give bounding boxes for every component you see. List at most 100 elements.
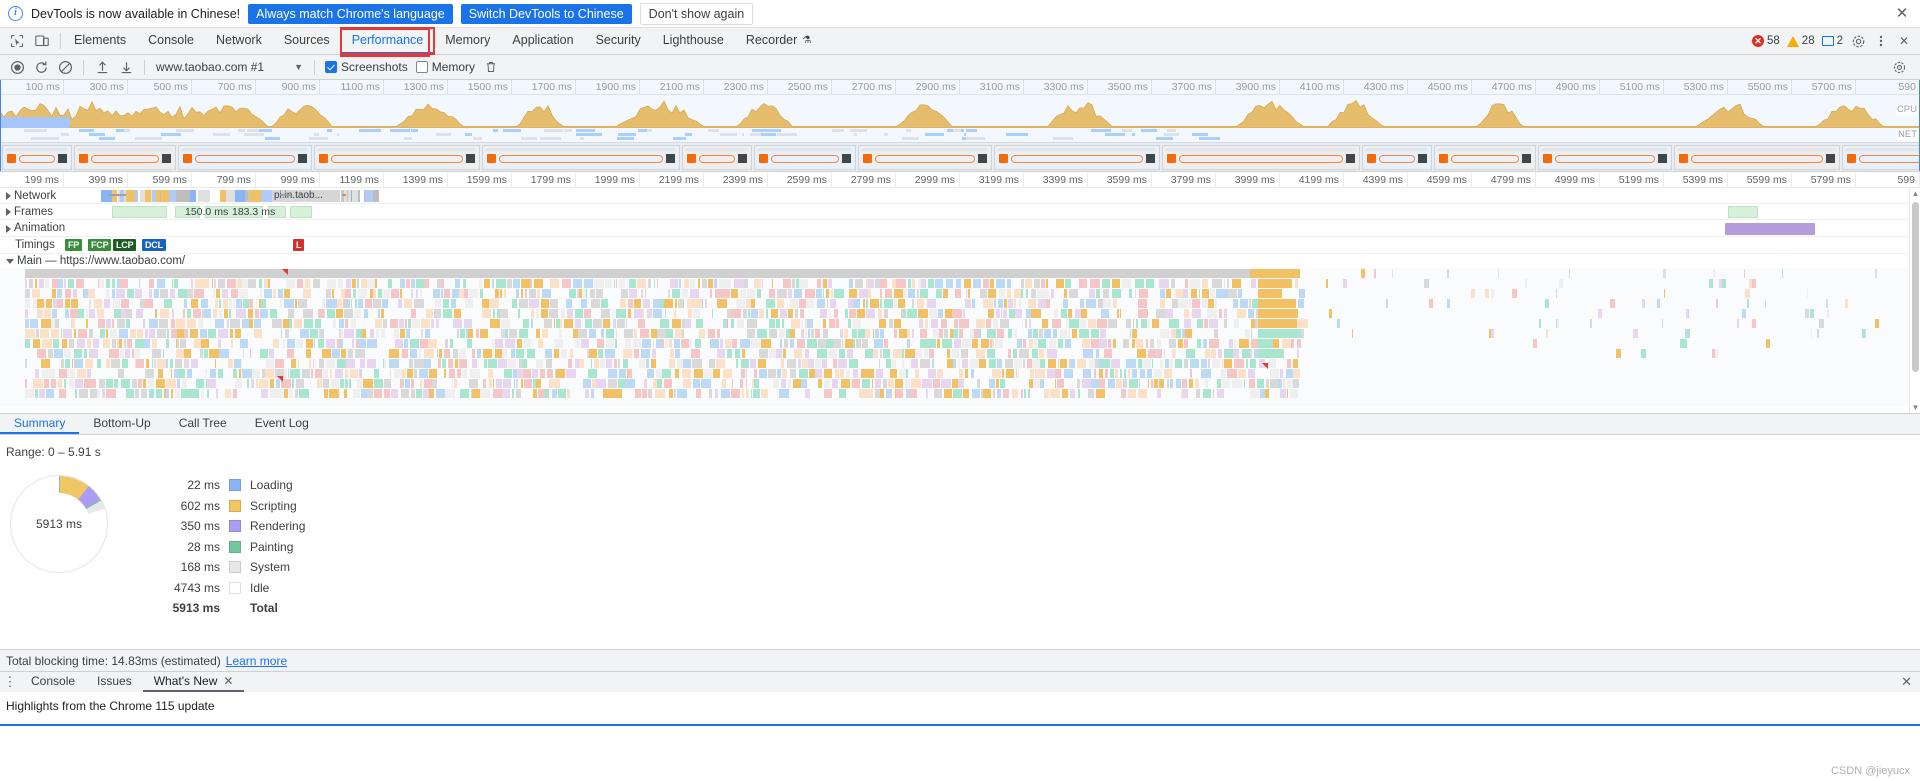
flame-bar[interactable] xyxy=(495,349,502,358)
flame-bar[interactable] xyxy=(1156,309,1165,318)
flame-bar[interactable] xyxy=(1184,309,1190,318)
flame-bar[interactable] xyxy=(1171,329,1176,338)
network-request-bar[interactable] xyxy=(120,190,124,202)
flame-bar[interactable] xyxy=(374,389,383,398)
flame-bar[interactable] xyxy=(242,319,249,328)
flame-bar[interactable] xyxy=(409,359,413,368)
flame-bar[interactable] xyxy=(849,309,857,318)
flame-bar[interactable] xyxy=(959,369,963,378)
flame-bar[interactable] xyxy=(958,379,964,388)
flame-bar[interactable] xyxy=(1051,289,1054,298)
flame-bar[interactable] xyxy=(399,319,405,328)
flame-bar[interactable] xyxy=(1657,299,1660,308)
flame-bar[interactable] xyxy=(840,329,843,338)
flame-bar[interactable] xyxy=(98,319,106,328)
flame-bar[interactable] xyxy=(1112,279,1121,288)
flame-bar[interactable] xyxy=(605,349,615,358)
tab-bottom-up[interactable]: Bottom-Up xyxy=(79,414,164,434)
flame-bar[interactable] xyxy=(845,339,853,348)
flame-bar[interactable] xyxy=(625,379,635,388)
flame-bar[interactable] xyxy=(492,279,495,288)
flame-bar[interactable] xyxy=(705,299,707,308)
flame-bar[interactable] xyxy=(167,329,170,338)
flame-bar[interactable] xyxy=(1047,349,1057,358)
flame-bar[interactable] xyxy=(1207,309,1217,318)
flame-bar[interactable] xyxy=(1186,349,1196,358)
flame-bar[interactable] xyxy=(891,389,893,398)
flame-bar[interactable] xyxy=(398,299,403,308)
flame-bar[interactable] xyxy=(73,289,77,298)
flame-bar[interactable] xyxy=(356,329,362,338)
flame-bar[interactable] xyxy=(973,279,982,288)
flame-bar[interactable] xyxy=(358,289,368,298)
flame-bar[interactable] xyxy=(746,379,748,388)
flame-bar[interactable] xyxy=(1238,369,1247,378)
flame-bar[interactable] xyxy=(807,319,813,328)
flame-bar[interactable] xyxy=(559,329,562,338)
flame-bar[interactable] xyxy=(1875,319,1879,328)
clear-icon[interactable] xyxy=(54,57,76,78)
flame-bar[interactable] xyxy=(531,309,535,318)
flame-bar[interactable] xyxy=(121,379,130,388)
flame-bar[interactable] xyxy=(848,319,852,328)
flame-bar[interactable] xyxy=(870,369,874,378)
flame-bar[interactable] xyxy=(132,379,137,388)
flame-bar[interactable] xyxy=(787,359,797,368)
flame-bar[interactable] xyxy=(1016,369,1018,378)
flame-bar[interactable] xyxy=(149,279,155,288)
flame-bar[interactable] xyxy=(54,349,64,358)
flame-bar[interactable] xyxy=(41,319,51,328)
flame-bar[interactable] xyxy=(727,349,733,358)
flame-bar[interactable] xyxy=(746,389,749,398)
flame-bar[interactable] xyxy=(419,369,429,378)
flame-bar[interactable] xyxy=(287,349,295,358)
flame-bar[interactable] xyxy=(791,319,800,328)
flame-bar[interactable] xyxy=(1138,299,1148,308)
flame-bar[interactable] xyxy=(166,359,169,368)
flame-bar[interactable] xyxy=(99,379,106,388)
flame-bar[interactable] xyxy=(163,319,169,328)
flame-bar[interactable] xyxy=(51,379,57,388)
flame-bar[interactable] xyxy=(327,279,336,288)
flame-bar[interactable] xyxy=(566,299,572,308)
flame-bar[interactable] xyxy=(844,329,849,338)
flame-bar[interactable] xyxy=(1028,329,1032,338)
flame-bar[interactable] xyxy=(905,349,915,358)
flame-bar[interactable] xyxy=(389,349,399,358)
flame-bar[interactable] xyxy=(25,319,29,328)
flame-bar[interactable] xyxy=(826,339,833,348)
flame-bar[interactable] xyxy=(1154,369,1162,378)
flame-bar[interactable] xyxy=(1224,279,1226,288)
flame-bar[interactable] xyxy=(889,319,893,328)
flame-bar[interactable] xyxy=(512,389,514,398)
flame-bar[interactable] xyxy=(784,339,788,348)
flame-bar[interactable] xyxy=(227,279,237,288)
flame-bar[interactable] xyxy=(1100,329,1106,338)
flame-bar[interactable] xyxy=(489,379,492,388)
flame-bar[interactable] xyxy=(541,309,548,318)
flame-bar[interactable] xyxy=(420,289,422,298)
flame-bar[interactable] xyxy=(208,329,216,338)
flame-bar[interactable] xyxy=(138,379,143,388)
flame-bar[interactable] xyxy=(209,349,219,358)
flame-bar[interactable] xyxy=(618,379,625,388)
flame-bar[interactable] xyxy=(1089,359,1095,368)
flame-bar[interactable] xyxy=(337,299,342,308)
flame-bar[interactable] xyxy=(1019,299,1021,308)
flame-bar[interactable] xyxy=(370,329,374,338)
flame-bar[interactable] xyxy=(937,369,944,378)
flame-bar[interactable] xyxy=(1664,289,1666,298)
flame-bar[interactable] xyxy=(500,309,508,318)
flame-bar[interactable] xyxy=(333,319,336,328)
flame-bar[interactable] xyxy=(1164,349,1166,358)
flame-bar[interactable] xyxy=(256,379,258,388)
flame-bar[interactable] xyxy=(677,389,687,398)
flame-bar[interactable] xyxy=(1765,299,1767,308)
flame-bar[interactable] xyxy=(346,299,350,308)
flame-bar[interactable] xyxy=(152,339,157,348)
flame-bar[interactable] xyxy=(839,389,847,398)
flame-bar[interactable] xyxy=(554,339,563,348)
flame-bar[interactable] xyxy=(1221,369,1227,378)
flame-bar[interactable] xyxy=(634,299,642,308)
flame-bar[interactable] xyxy=(640,329,649,338)
